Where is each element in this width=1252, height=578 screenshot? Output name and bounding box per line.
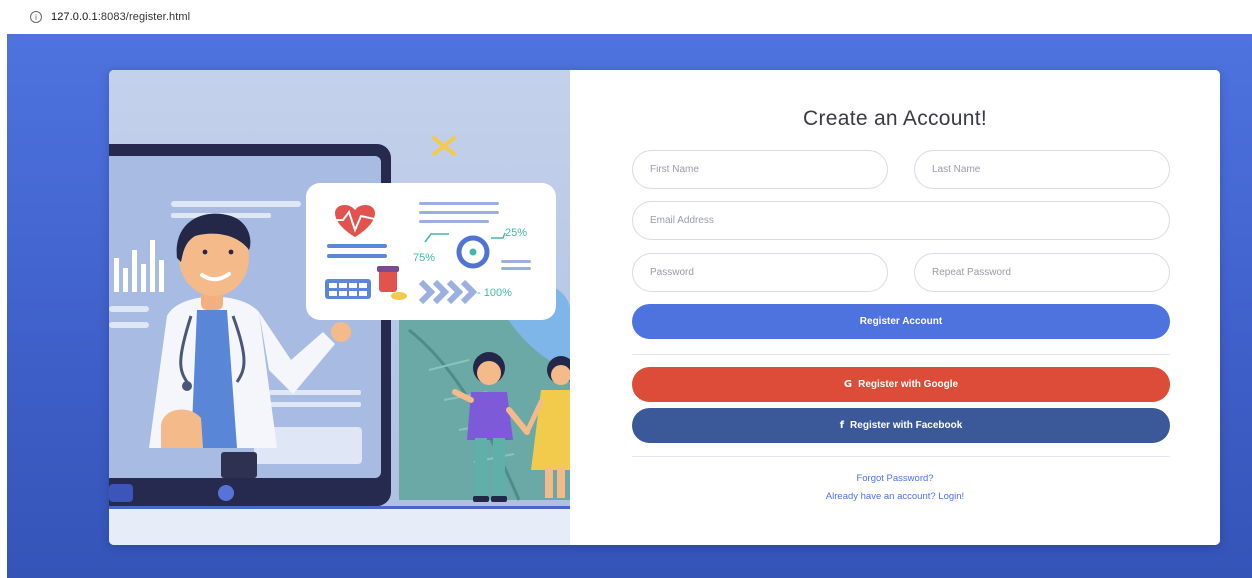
last-name-input[interactable] [914,150,1170,189]
google-icon: G [843,379,853,390]
password-input[interactable] [632,253,888,292]
facebook-icon: f [839,420,845,431]
email-input[interactable] [632,201,1170,240]
info-icon[interactable]: i [30,11,42,23]
register-facebook-button[interactable]: f Register with Facebook [632,408,1170,443]
stat-75-label: 75% [413,252,435,264]
register-account-button[interactable]: Register Account [632,304,1170,339]
register-facebook-label: Register with Facebook [850,420,963,431]
register-google-button[interactable]: G Register with Google [632,367,1170,402]
address-bar[interactable]: i 127.0.0.1:8083/register.html [0,0,1252,34]
register-form-panel: Create an Account! Register Account G Re… [570,70,1220,545]
register-card: 75% 25% - 100% Create an Account! First … [109,70,1220,545]
register-google-label: Register with Google [858,379,959,390]
first-name-input[interactable] [632,150,888,189]
divider-bottom [632,456,1170,457]
forgot-password-link[interactable]: Forgot Password? [570,473,1220,484]
register-account-label: Register Account [859,316,943,327]
stat-25-label: 25% [505,227,527,239]
stat-100-label: - 100% [477,287,512,299]
repeat-password-input[interactable] [914,253,1170,292]
divider-top [632,354,1170,355]
url-text[interactable]: 127.0.0.1:8083/register.html [51,11,190,23]
login-link[interactable]: Already have an account? Login! [570,491,1220,502]
illustration-art: 75% 25% - 100% [109,70,570,545]
doctor-illustration: 75% 25% - 100% [109,70,570,545]
form-title: Create an Account! [802,107,987,130]
